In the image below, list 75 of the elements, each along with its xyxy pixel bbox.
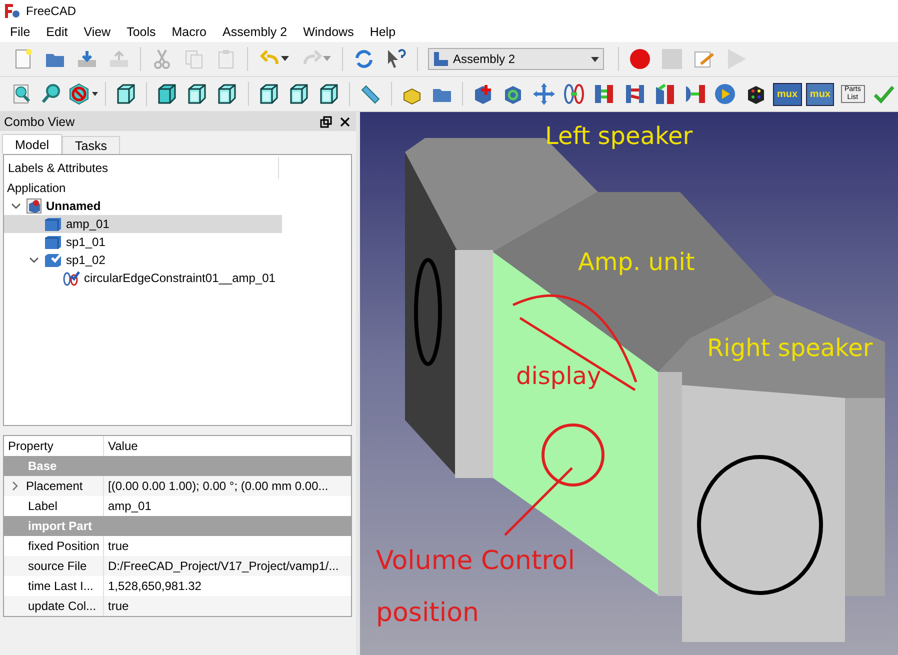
checkmark-icon — [872, 83, 895, 105]
app-logo-icon — [4, 3, 20, 19]
close-icon[interactable] — [338, 116, 352, 128]
play-icon — [725, 48, 747, 70]
cube-view-icon — [318, 83, 340, 105]
plane-constraint-icon — [593, 83, 616, 105]
sphere-constraint-icon — [684, 83, 706, 105]
undock-icon[interactable] — [320, 116, 332, 128]
angle-constraint-icon — [654, 83, 676, 105]
play-circle-icon — [714, 83, 736, 105]
constraint-icon — [62, 270, 80, 286]
document-icon — [26, 198, 42, 214]
plane-offset-icon — [624, 83, 646, 105]
menu-item[interactable]: File — [2, 25, 38, 39]
copy-icon — [183, 48, 205, 70]
menu-item[interactable]: Help — [362, 25, 404, 39]
tree-item[interactable]: sp1_02 — [4, 251, 282, 269]
chevron-down-icon[interactable] — [29, 256, 39, 264]
workbench-dropdown[interactable]: Assembly 2 — [428, 48, 604, 70]
property-value: [(0.00 0.00 1.00); 0.00 °; (0.00 mm 0.00... — [104, 476, 351, 496]
stop-icon — [661, 48, 683, 70]
ruler-icon — [359, 83, 382, 105]
tab[interactable]: Model — [2, 134, 62, 154]
export-icon — [108, 48, 130, 70]
property-name: Placement — [4, 476, 104, 496]
cube-view-icon — [156, 83, 178, 105]
circular-constraint-icon — [562, 83, 585, 105]
menu-item[interactable]: Assembly 2 — [214, 25, 296, 39]
property-name: source File — [4, 556, 104, 576]
part-label: Amp. unit — [578, 248, 695, 276]
help-cursor-icon — [385, 48, 407, 70]
cube-view-icon — [186, 83, 208, 105]
column-header: Labels & Attributes — [4, 157, 279, 179]
chevron-down-icon[interactable] — [11, 202, 21, 210]
cube-view-icon — [258, 83, 280, 105]
cube-view-icon — [114, 83, 137, 105]
caret-icon — [281, 56, 289, 62]
caret-icon — [591, 56, 599, 62]
tree-section-label: Application — [6, 180, 67, 197]
property-group-header: Base — [4, 456, 351, 476]
part-label: Right speaker — [707, 334, 873, 362]
property-value: D:/FreeCAD_Project/V17_Project/vamp1/... — [104, 556, 351, 576]
no-entry-icon — [68, 83, 99, 105]
menu-item[interactable]: View — [76, 25, 119, 39]
tab[interactable]: Tasks — [62, 136, 120, 154]
scissors-icon — [151, 48, 173, 70]
cube-view-icon — [216, 83, 238, 105]
part-label: Left speaker — [545, 122, 693, 150]
chevron-right-icon[interactable] — [10, 481, 20, 491]
handwritten-note: Volume Control — [376, 546, 575, 576]
tree-item[interactable]: circularEdgeConstraint01__amp_01 — [4, 269, 282, 287]
move-arrows-icon — [532, 83, 555, 105]
cube-icon — [44, 217, 62, 231]
tree-item[interactable]: sp1_01 — [4, 233, 282, 251]
refresh-icon — [353, 48, 375, 70]
tree-item[interactable]: amp_01 — [4, 215, 282, 233]
caret-icon — [323, 56, 331, 62]
menu-item[interactable]: Macro — [164, 25, 214, 39]
workbench-icon — [433, 51, 449, 67]
property-name: update Col... — [4, 596, 104, 616]
dock-title: Combo View — [4, 114, 76, 128]
handwritten-note: display — [516, 362, 602, 390]
tree-item[interactable]: Unnamed — [4, 197, 282, 215]
cube-icon — [44, 235, 62, 249]
cube-view-icon — [288, 83, 310, 105]
save-icon — [76, 48, 98, 70]
menu-item[interactable]: Tools — [118, 25, 164, 39]
menu-item[interactable]: Windows — [295, 25, 362, 39]
property-value: true — [104, 596, 351, 616]
cube-check-icon — [44, 253, 62, 267]
menu-item[interactable]: Edit — [38, 25, 76, 39]
record-icon — [629, 48, 651, 70]
window-title: FreeCAD — [26, 4, 76, 18]
handwritten-note: position — [376, 598, 479, 628]
property-group-header: import Part — [4, 516, 351, 536]
